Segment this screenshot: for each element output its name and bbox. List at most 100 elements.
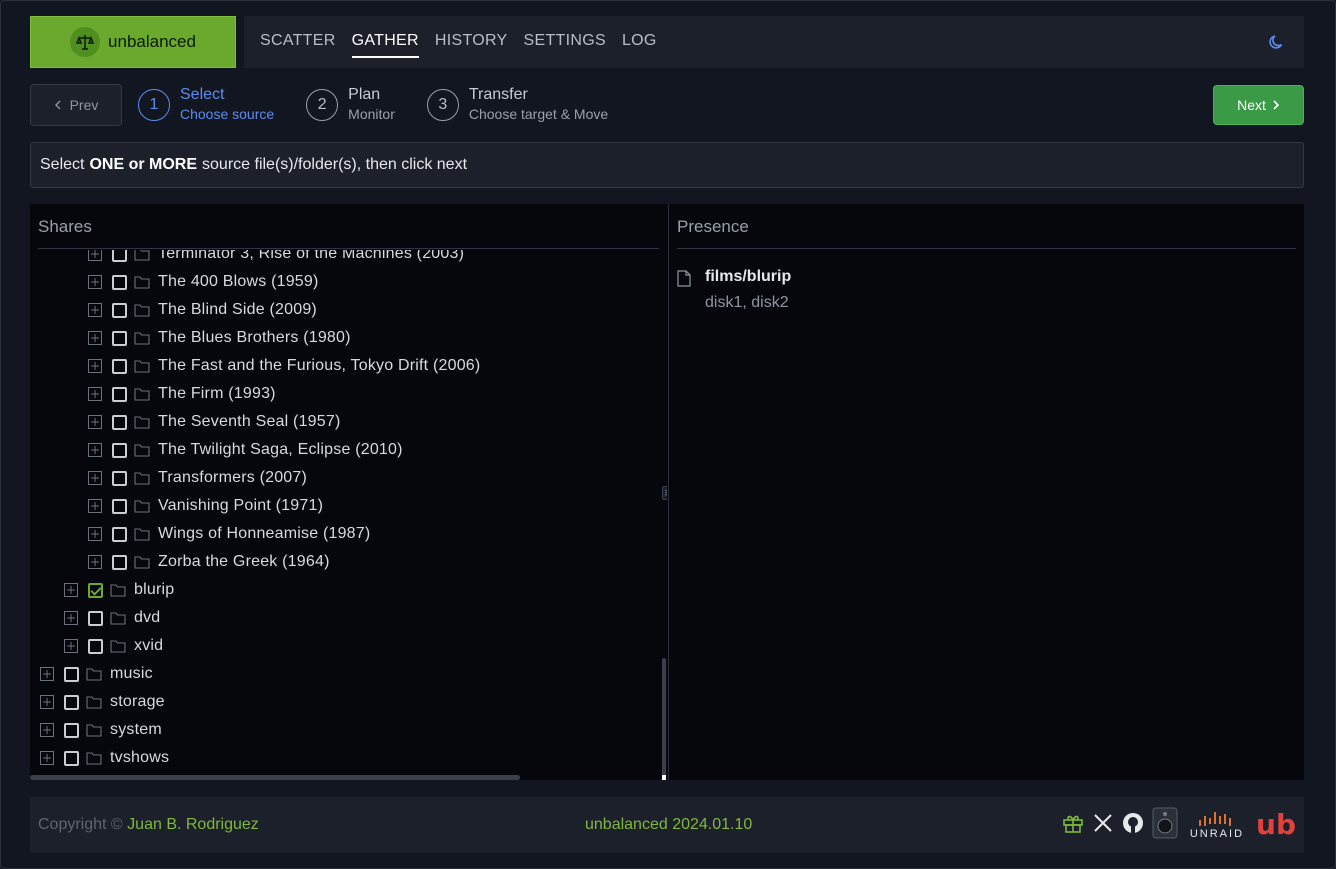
folder-icon [134,303,150,317]
step-transfer[interactable]: 3 Transfer Choose target & Move [426,86,608,124]
drag-handle-icon[interactable]: ⠿ [662,486,667,500]
expand-icon[interactable] [88,359,102,373]
expand-icon[interactable] [88,250,102,261]
step-number: 1 [138,89,170,121]
tree-row[interactable]: The Blind Side (2009) [88,296,317,324]
nav-log[interactable]: LOG [622,32,657,52]
tree-row[interactable]: music [40,660,153,688]
tree-row[interactable]: dvd [64,604,160,632]
tree-row[interactable]: The 400 Blows (1959) [88,268,319,296]
unraid-label: UNRAID [1189,828,1245,840]
expand-icon[interactable] [40,695,54,709]
tree-checkbox[interactable] [112,250,127,262]
tree-row[interactable]: Terminator 3, Rise of the Machines (2003… [88,250,464,268]
presence-item: films/blurip disk1, disk2 [677,268,791,312]
nav-gather[interactable]: GATHER [351,32,420,58]
tree-row[interactable]: tvshows [40,744,169,772]
horizontal-scrollbar[interactable] [30,775,520,780]
speaker-icon[interactable] [1152,807,1178,844]
next-label: Next [1237,97,1266,113]
tree-checkbox[interactable] [112,442,127,458]
vertical-scrollbar[interactable] [662,658,666,778]
tree-checkbox[interactable] [64,722,79,738]
tree-checkbox[interactable] [88,638,103,654]
folder-icon [134,331,150,345]
app-logo[interactable]: unbalanced [30,16,236,68]
tree-checkbox[interactable] [112,526,127,542]
step-plan[interactable]: 2 Plan Monitor [306,86,395,124]
tree-row[interactable]: xvid [64,632,163,660]
expand-icon[interactable] [88,303,102,317]
footer-icons: UNRAID ub [1062,807,1296,843]
presence-panel: Presence films/blurip disk1, disk2 [668,204,1304,780]
tree-checkbox[interactable] [112,498,127,514]
step-number: 3 [426,89,459,121]
tree-checkbox[interactable] [64,694,79,710]
tree-checkbox[interactable] [112,302,127,318]
expand-icon[interactable] [88,443,102,457]
expand-icon[interactable] [88,527,102,541]
tree-row[interactable]: The Twilight Saga, Eclipse (2010) [88,436,403,464]
tree-checkbox[interactable] [112,274,127,290]
tree-row[interactable]: Vanishing Point (1971) [88,492,323,520]
tree-row[interactable]: storage [40,688,165,716]
tree-checkbox[interactable] [112,470,127,486]
expand-icon[interactable] [88,471,102,485]
tree-checkbox[interactable] [112,330,127,346]
author-link[interactable]: Juan B. Rodriguez [127,816,259,833]
github-icon[interactable] [1122,812,1144,839]
nav-scatter[interactable]: SCATTER [260,32,336,52]
tree-row[interactable]: Wings of Honneamise (1987) [88,520,370,548]
prev-button[interactable]: Prev [30,84,122,126]
instruction-emphasis: ONE or MORE [89,156,198,173]
moon-icon[interactable] [1268,33,1286,56]
instruction-before: Select [40,156,85,173]
tree-checkbox[interactable] [112,358,127,374]
expand-icon[interactable] [64,611,78,625]
folder-icon [134,499,150,513]
expand-icon[interactable] [40,723,54,737]
tree-row[interactable]: The Firm (1993) [88,380,276,408]
tree-checkbox[interactable] [64,666,79,682]
scale-icon [70,27,101,57]
copyright: Copyright © Juan B. Rodriguez [38,816,259,834]
folder-icon [134,250,150,261]
expand-icon[interactable] [64,639,78,653]
expand-icon[interactable] [88,555,102,569]
expand-icon[interactable] [88,331,102,345]
tree-row[interactable]: Zorba the Greek (1964) [88,548,330,576]
tree-checkbox[interactable] [112,554,127,570]
footer: Copyright © Juan B. Rodriguez unbalanced… [30,797,1304,853]
expand-icon[interactable] [40,667,54,681]
shares-panel: Shares Terminator 3, Rise of the Machine… [30,204,667,780]
folder-icon [134,555,150,569]
expand-icon[interactable] [88,387,102,401]
ub-logo[interactable]: ub [1256,811,1296,839]
tree-row[interactable]: Transformers (2007) [88,464,307,492]
tree-checkbox[interactable] [112,386,127,402]
tree-row[interactable]: blurip [64,576,174,604]
expand-icon[interactable] [40,751,54,765]
expand-icon[interactable] [88,275,102,289]
tree-checkbox[interactable] [64,750,79,766]
expand-icon[interactable] [64,583,78,597]
x-twitter-icon[interactable] [1092,812,1114,839]
tree-row[interactable]: The Fast and the Furious, Tokyo Drift (2… [88,352,480,380]
expand-icon[interactable] [88,415,102,429]
unraid-logo[interactable]: UNRAID [1190,810,1244,840]
next-button[interactable]: Next [1213,85,1304,125]
nav-history[interactable]: HISTORY [435,32,508,52]
tree-checkbox[interactable] [112,414,127,430]
step-select[interactable]: 1 Select Choose source [138,86,274,124]
tree-label: Wings of Honneamise (1987) [158,525,371,542]
folder-icon [86,751,102,765]
expand-icon[interactable] [88,499,102,513]
tree-checkbox[interactable] [88,610,103,626]
tree-row[interactable]: The Blues Brothers (1980) [88,324,351,352]
tree-row[interactable]: system [40,716,162,744]
gift-icon[interactable] [1062,812,1084,839]
nav-settings[interactable]: SETTINGS [524,32,606,52]
tree-row[interactable]: The Seventh Seal (1957) [88,408,341,436]
step-title: Select [180,86,225,103]
tree-checkbox[interactable] [88,582,103,598]
